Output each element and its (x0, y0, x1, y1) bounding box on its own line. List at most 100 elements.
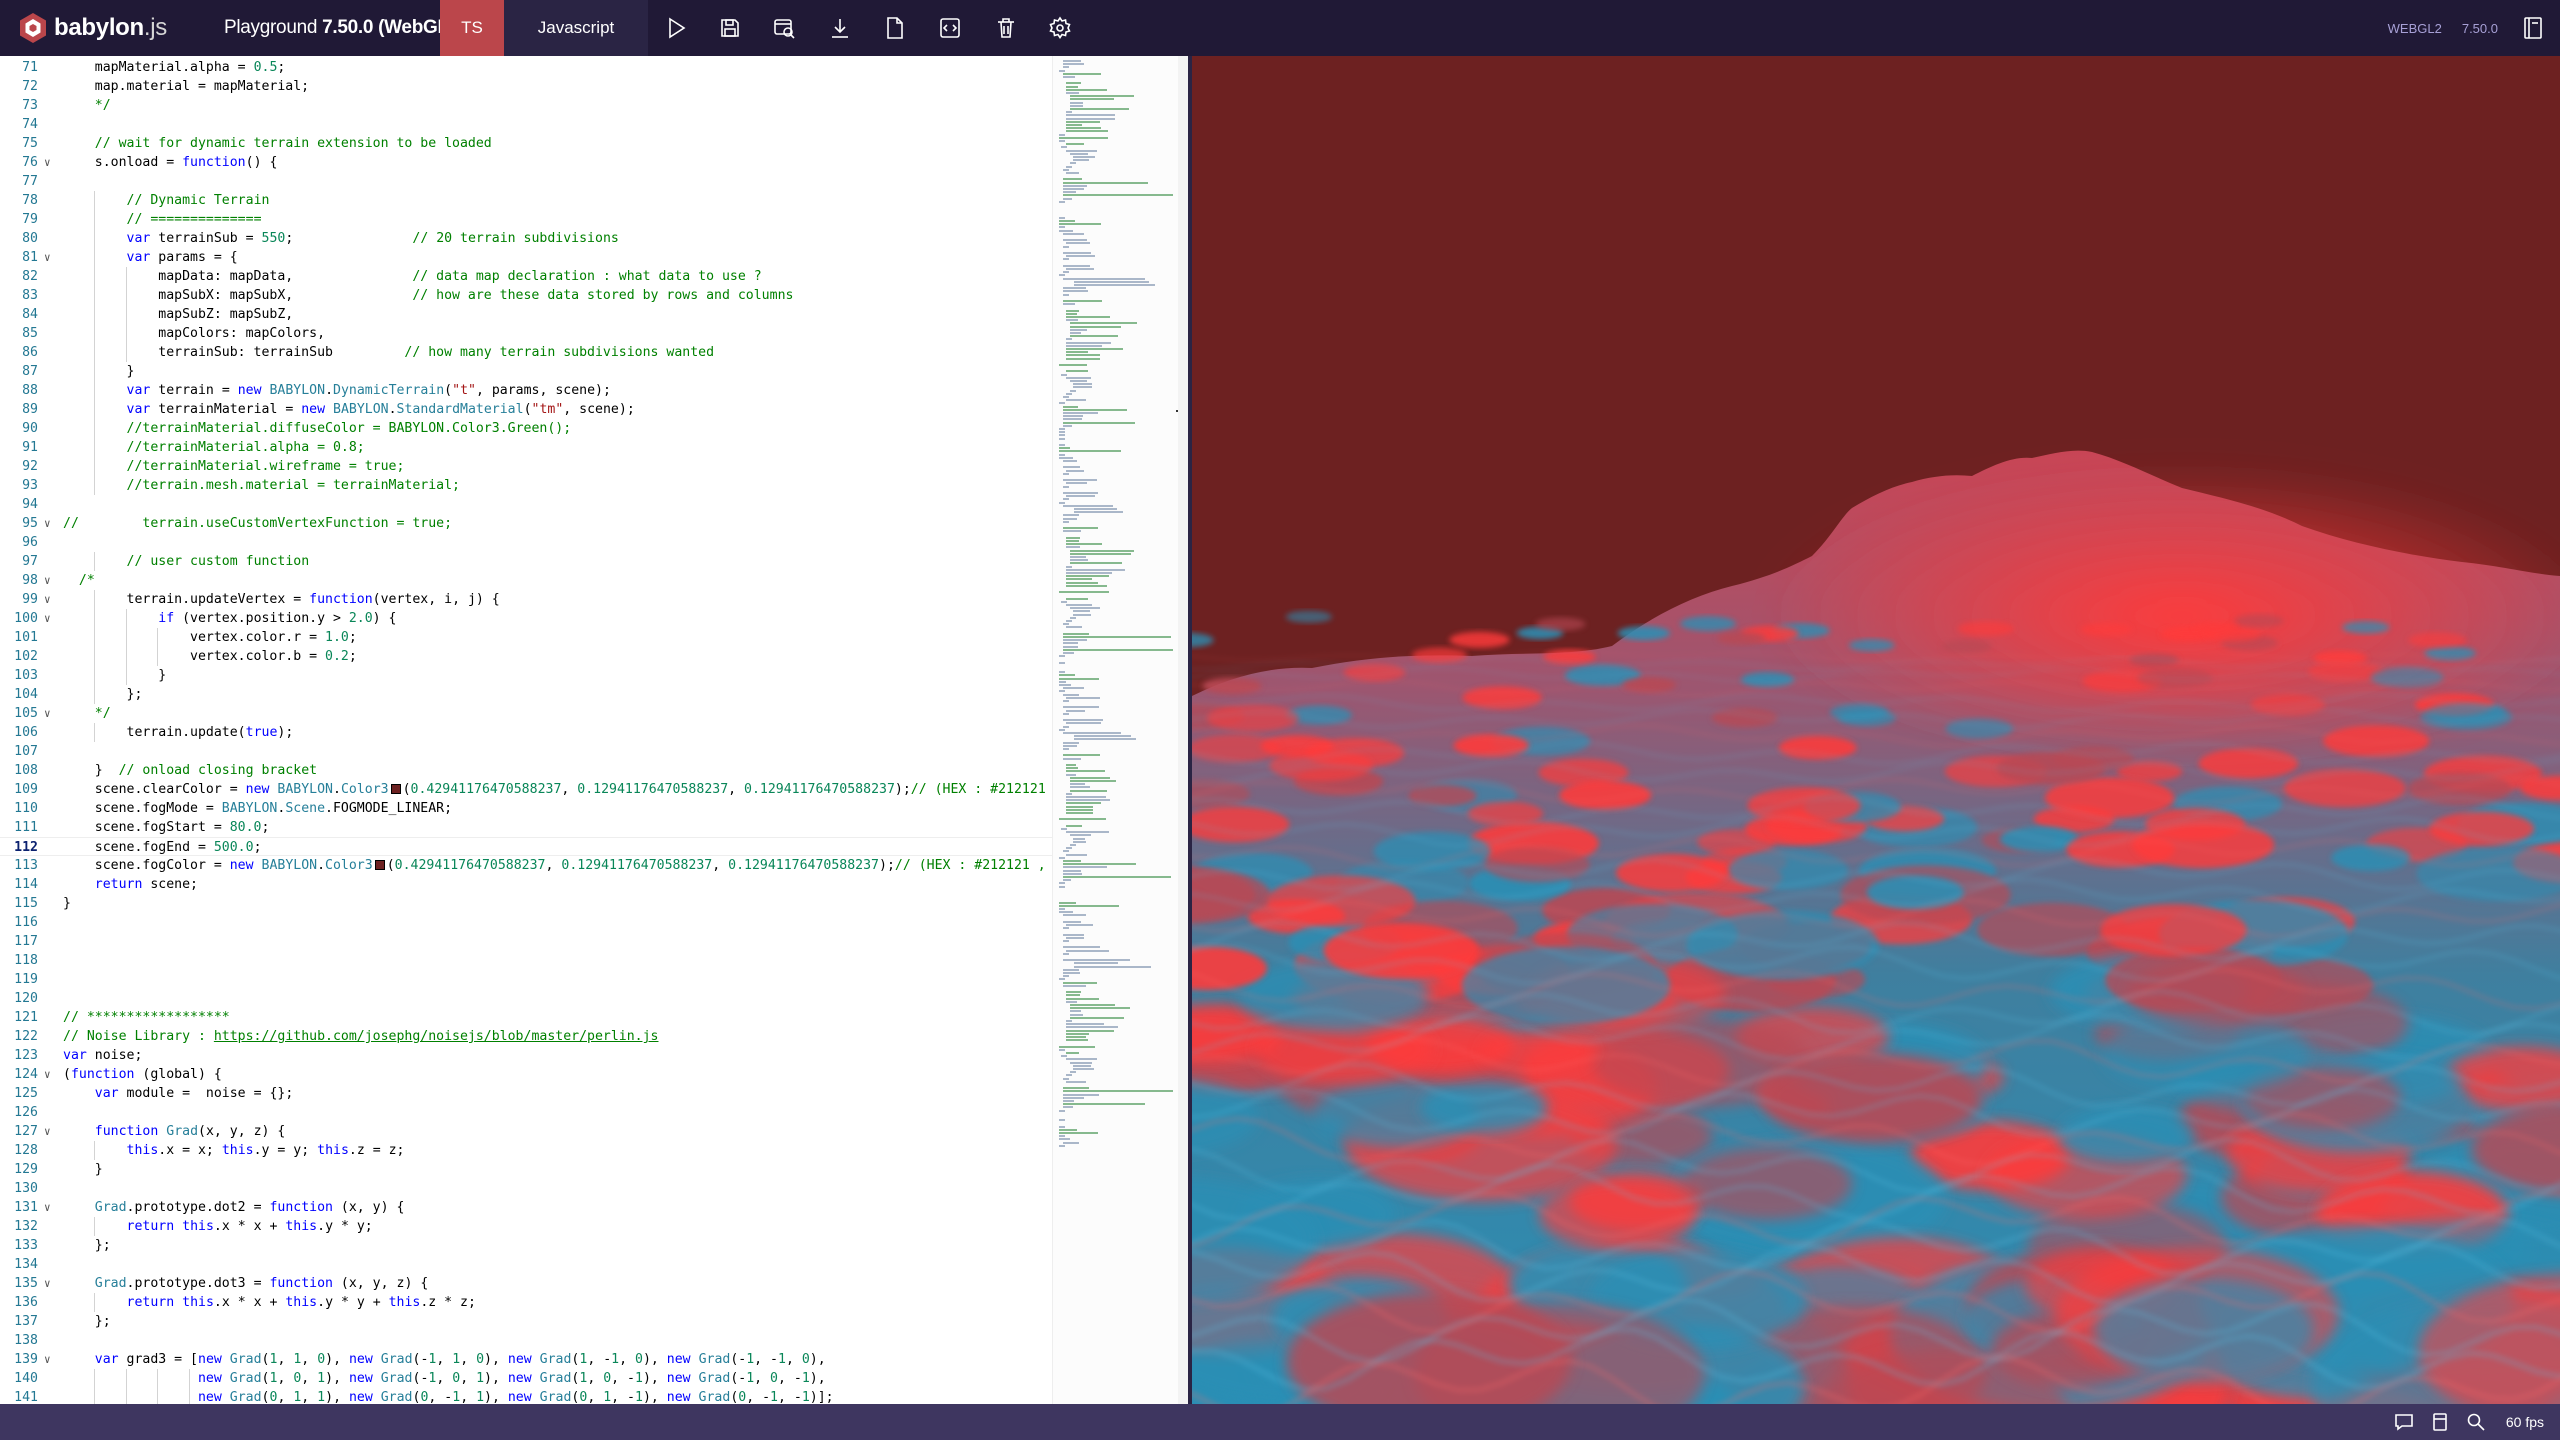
play-icon[interactable] (662, 14, 690, 42)
code-line[interactable]: 88 var terrain = new BABYLON.DynamicTerr… (0, 381, 1052, 400)
save-icon[interactable] (716, 14, 744, 42)
inspector-icon[interactable] (770, 14, 798, 42)
code-line[interactable]: 85 mapColors: mapColors, (0, 324, 1052, 343)
babylon-logo[interactable]: babylon.js (18, 12, 167, 44)
code-line[interactable]: 94 (0, 495, 1052, 514)
code-line[interactable]: 111 scene.fogStart = 80.0; (0, 818, 1052, 837)
format-code-icon[interactable] (936, 14, 964, 42)
code-line[interactable]: 90 //terrainMaterial.diffuseColor = BABY… (0, 419, 1052, 438)
code-line[interactable]: 134 (0, 1255, 1052, 1274)
code-line[interactable]: 132 return this.x * x + this.y * y; (0, 1217, 1052, 1236)
code-line[interactable]: 139 ∨ var grad3 = [new Grad(1, 1, 0), new… (0, 1350, 1052, 1369)
code-line[interactable]: 100 ∨ if (vertex.position.y > 2.0) { (0, 609, 1052, 628)
code-line[interactable]: 96 (0, 533, 1052, 552)
code-line[interactable]: 126 (0, 1103, 1052, 1122)
minimap[interactable] (1052, 56, 1178, 1404)
code-area[interactable]: 71 mapMaterial.alpha = 0.5; 72 map.materi… (0, 56, 1052, 1404)
code-line[interactable]: 78 // Dynamic Terrain (0, 191, 1052, 210)
clear-icon[interactable] (992, 14, 1020, 42)
code-line[interactable]: 104 }; (0, 685, 1052, 704)
code-line[interactable]: 133 }; (0, 1236, 1052, 1255)
code-line[interactable]: 122 // Noise Library : https://github.com… (0, 1027, 1052, 1046)
code-line[interactable]: 138 (0, 1331, 1052, 1350)
code-line[interactable]: 71 mapMaterial.alpha = 0.5; (0, 58, 1052, 77)
tab-typescript[interactable]: TS (440, 0, 504, 56)
new-file-icon[interactable] (880, 14, 908, 42)
code-line[interactable]: 82 mapData: mapData, // data map declara… (0, 267, 1052, 286)
code-line[interactable]: 81 ∨ var params = { (0, 248, 1052, 267)
fold-chevron-icon[interactable]: ∨ (44, 248, 51, 267)
code-line[interactable]: 95 ∨ // terrain.useCustomVertexFunction = … (0, 514, 1052, 533)
fold-chevron-icon[interactable]: ∨ (44, 1065, 51, 1084)
fold-chevron-icon[interactable]: ∨ (44, 1350, 51, 1369)
code-line[interactable]: 118 (0, 951, 1052, 970)
code-line[interactable]: 128 this.x = x; this.y = y; this.z = z; (0, 1141, 1052, 1160)
code-line[interactable]: 106 terrain.update(true); (0, 723, 1052, 742)
code-line[interactable]: 86 terrainSub: terrainSub // how many te… (0, 343, 1052, 362)
vertical-scrollbar[interactable] (1178, 56, 1188, 1404)
code-line[interactable]: 140 new Grad(1, 0, 1), new Grad(-1, 0, 1… (0, 1369, 1052, 1388)
code-line[interactable]: 121 // ****************** (0, 1008, 1052, 1027)
code-line[interactable]: 108 } // onload closing bracket (0, 761, 1052, 780)
download-icon[interactable] (826, 14, 854, 42)
code-line[interactable]: 119 (0, 970, 1052, 989)
code-line[interactable]: 84 mapSubZ: mapSubZ, (0, 305, 1052, 324)
code-line[interactable]: 113 scene.fogColor = new BABYLON.Color3(… (0, 856, 1052, 875)
code-line[interactable]: 99 ∨ terrain.updateVertex = function(vert… (0, 590, 1052, 609)
code-line[interactable]: 110 scene.fogMode = BABYLON.Scene.FOGMOD… (0, 799, 1052, 818)
fold-chevron-icon[interactable]: ∨ (44, 153, 51, 172)
code-line[interactable]: 116 (0, 913, 1052, 932)
code-line[interactable]: 135 ∨ Grad.prototype.dot3 = function (x, … (0, 1274, 1052, 1293)
render-canvas[interactable] (1192, 56, 2560, 1404)
fold-chevron-icon[interactable]: ∨ (44, 514, 51, 533)
code-line[interactable]: 114 return scene; (0, 875, 1052, 894)
code-line[interactable]: 117 (0, 932, 1052, 951)
code-line[interactable]: 123 var noise; (0, 1046, 1052, 1065)
book-icon[interactable] (2518, 13, 2548, 43)
save-snapshot-icon[interactable] (2422, 1404, 2458, 1440)
code-line[interactable]: 72 map.material = mapMaterial; (0, 77, 1052, 96)
fold-chevron-icon[interactable]: ∨ (44, 704, 51, 723)
code-line[interactable]: 75 // wait for dynamic terrain extension… (0, 134, 1052, 153)
code-line[interactable]: 76 ∨ s.onload = function() { (0, 153, 1052, 172)
code-line[interactable]: 109 scene.clearColor = new BABYLON.Color… (0, 780, 1052, 799)
code-line[interactable]: 127 ∨ function Grad(x, y, z) { (0, 1122, 1052, 1141)
code-line[interactable]: 130 (0, 1179, 1052, 1198)
fold-chevron-icon[interactable]: ∨ (44, 590, 51, 609)
code-line[interactable]: 98 ∨ /* (0, 571, 1052, 590)
fold-chevron-icon[interactable]: ∨ (44, 609, 51, 628)
code-line[interactable]: 105 ∨ */ (0, 704, 1052, 723)
code-line[interactable]: 129 } (0, 1160, 1052, 1179)
code-line[interactable]: 120 (0, 989, 1052, 1008)
code-line[interactable]: 77 (0, 172, 1052, 191)
code-line[interactable]: 91 //terrainMaterial.alpha = 0.8; (0, 438, 1052, 457)
code-line[interactable]: 92 //terrainMaterial.wireframe = true; (0, 457, 1052, 476)
code-line[interactable]: 141 new Grad(0, 1, 1), new Grad(0, -1, 1… (0, 1388, 1052, 1404)
code-line[interactable]: 107 (0, 742, 1052, 761)
search-icon[interactable] (2458, 1404, 2494, 1440)
code-line[interactable]: 124 ∨ (function (global) { (0, 1065, 1052, 1084)
code-line[interactable]: 83 mapSubX: mapSubX, // how are these da… (0, 286, 1052, 305)
code-line[interactable]: 79 // ============== (0, 210, 1052, 229)
code-line[interactable]: 80 var terrainSub = 550; // 20 terrain s… (0, 229, 1052, 248)
code-line[interactable]: 131 ∨ Grad.prototype.dot2 = function (x, … (0, 1198, 1052, 1217)
code-line[interactable]: 137 }; (0, 1312, 1052, 1331)
code-line[interactable]: 74 (0, 115, 1052, 134)
code-line[interactable]: 136 return this.x * x + this.y * y + thi… (0, 1293, 1052, 1312)
engine-label[interactable]: WEBGL2 (2388, 21, 2442, 36)
fold-chevron-icon[interactable]: ∨ (44, 571, 51, 590)
code-line[interactable]: 93 //terrain.mesh.material = terrainMate… (0, 476, 1052, 495)
tab-javascript[interactable]: Javascript (504, 0, 648, 56)
code-line[interactable]: 125 var module = noise = {}; (0, 1084, 1052, 1103)
code-line[interactable]: 89 var terrainMaterial = new BABYLON.Sta… (0, 400, 1052, 419)
fold-chevron-icon[interactable]: ∨ (44, 1122, 51, 1141)
code-line[interactable]: 97 // user custom function (0, 552, 1052, 571)
code-line[interactable]: 101 vertex.color.r = 1.0; (0, 628, 1052, 647)
code-line[interactable]: 73 */ (0, 96, 1052, 115)
fold-chevron-icon[interactable]: ∨ (44, 1274, 51, 1293)
code-line[interactable]: 115} (0, 894, 1052, 913)
code-line[interactable]: 103 } (0, 666, 1052, 685)
code-line[interactable]: 87 } (0, 362, 1052, 381)
fold-chevron-icon[interactable]: ∨ (44, 1198, 51, 1217)
version-label[interactable]: 7.50.0 (2462, 21, 2498, 36)
